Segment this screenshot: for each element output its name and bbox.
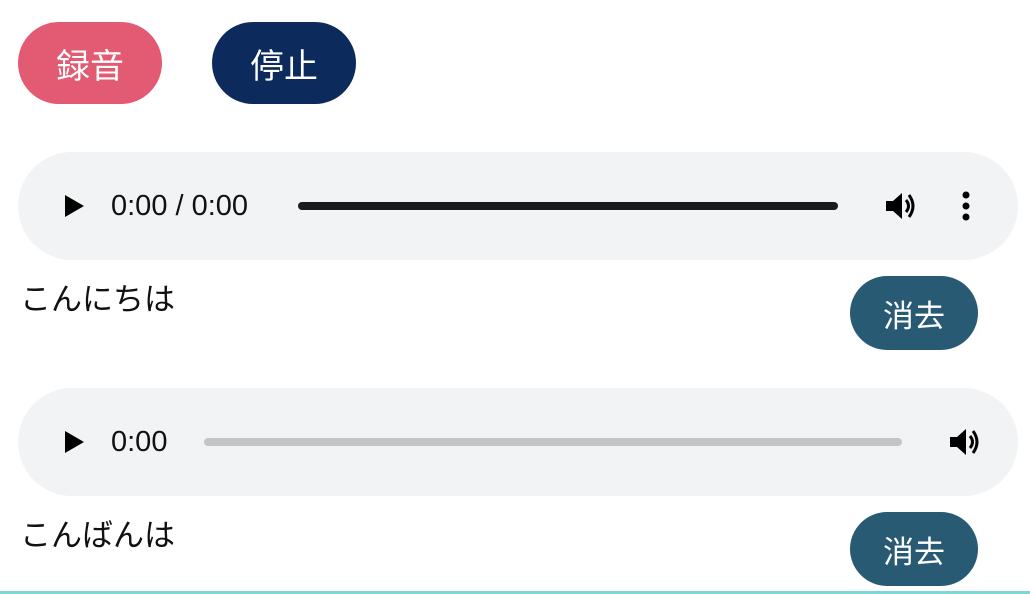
volume-icon[interactable] xyxy=(884,190,918,222)
stop-button[interactable]: 停止 xyxy=(212,22,356,104)
recording-label: こんばんは xyxy=(20,518,175,554)
recorder-page: 録音 停止 0:00 / 0:00 こんにちは 消去 0:00 こんばんは 消去 xyxy=(0,0,1030,594)
audio-time: 0:00 xyxy=(111,426,168,458)
play-icon[interactable] xyxy=(62,430,86,454)
audio-player[interactable]: 0:00 xyxy=(18,388,1018,496)
record-button[interactable]: 録音 xyxy=(18,22,162,104)
audio-time: 0:00 / 0:00 xyxy=(111,190,249,222)
seek-bar[interactable] xyxy=(298,202,838,210)
delete-button[interactable]: 消去 xyxy=(850,512,978,586)
delete-button[interactable]: 消去 xyxy=(850,276,978,350)
seek-bar[interactable] xyxy=(204,438,902,446)
more-vert-icon[interactable] xyxy=(961,190,971,222)
play-icon[interactable] xyxy=(62,194,86,218)
recording-label: こんにちは xyxy=(20,282,175,318)
volume-icon[interactable] xyxy=(948,426,982,458)
audio-player[interactable]: 0:00 / 0:00 xyxy=(18,152,1018,260)
